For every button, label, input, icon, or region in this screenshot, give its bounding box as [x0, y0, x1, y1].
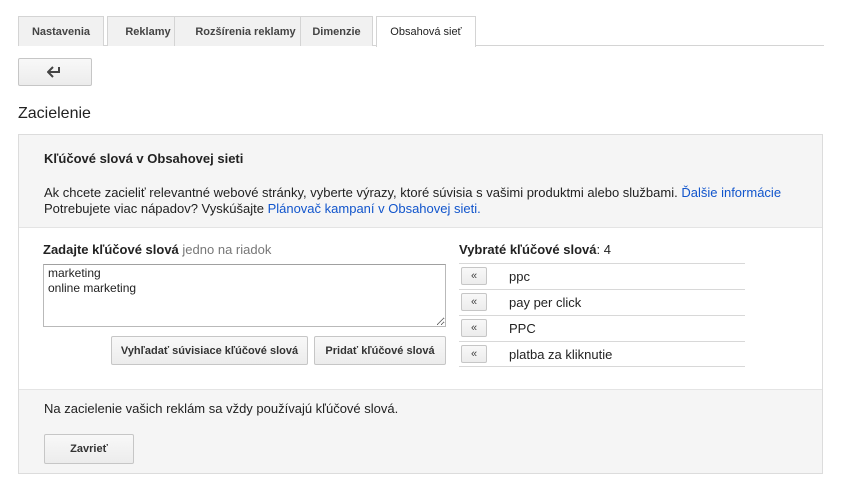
panel-description: Ak chcete zacieliť relevantné webové str…: [44, 185, 781, 217]
back-button[interactable]: [18, 58, 92, 86]
footer-note: Na zacielenie vašich reklám sa vždy použ…: [44, 401, 399, 416]
search-related-keywords-button[interactable]: Vyhľadať súvisiace kľúčové slová: [111, 336, 308, 365]
selected-keywords-list: « ppc « pay per click « PPC « platba za …: [459, 263, 745, 367]
campaign-planner-link[interactable]: Plánovač kampaní v Obsahovej sieti.: [268, 201, 481, 216]
add-keywords-button[interactable]: Pridať kľúčové slová: [314, 336, 446, 365]
selected-keyword: PPC: [509, 321, 536, 336]
remove-keyword-button[interactable]: «: [461, 345, 487, 363]
tab-nastavenia[interactable]: Nastavenia: [18, 16, 104, 46]
panel-title: Kľúčové slová v Obsahovej sieti: [44, 151, 244, 166]
tab-bar: Nastavenia Reklamy Rozšírenia reklamy Di…: [18, 16, 824, 47]
selected-keywords-title: Vybraté kľúčové slová: [459, 242, 597, 257]
more-info-link[interactable]: Ďalšie informácie: [681, 185, 781, 200]
tab-rozsirenia-reklamy[interactable]: Rozšírenia reklamy: [174, 16, 317, 46]
description-line-1: Ak chcete zacieliť relevantné webové str…: [44, 185, 678, 200]
tab-obsahova-siet[interactable]: Obsahová sieť: [376, 16, 476, 47]
description-line-2: Potrebujete viac nápadov? Vyskúšajte: [44, 201, 264, 216]
panel-header: Kľúčové slová v Obsahovej sieti Ak chcet…: [19, 135, 822, 227]
remove-keyword-button[interactable]: «: [461, 293, 487, 311]
selected-keyword: ppc: [509, 269, 530, 284]
selected-keyword-row: « pay per click: [459, 289, 745, 315]
back-arrow-icon: [47, 66, 60, 78]
enter-keywords-label: Zadajte kľúčové slová jedno na riadok: [43, 242, 271, 257]
section-title: Zacielenie: [18, 105, 91, 122]
tab-dimenzie[interactable]: Dimenzie: [300, 16, 373, 46]
keywords-textarea[interactable]: [43, 264, 446, 327]
selected-keyword-row: « PPC: [459, 315, 745, 341]
panel-body: Zadajte kľúčové slová jedno na riadok Vy…: [19, 227, 822, 390]
remove-keyword-button[interactable]: «: [461, 267, 487, 285]
selected-keywords-count: 4: [603, 242, 611, 257]
selected-keyword: pay per click: [509, 295, 582, 310]
selected-keyword-row: « platba za kliknutie: [459, 341, 745, 367]
keywords-panel: Kľúčové slová v Obsahovej sieti Ak chcet…: [18, 134, 823, 474]
selected-keyword-row: « ppc: [459, 263, 745, 289]
selected-keyword: platba za kliknutie: [509, 346, 613, 362]
remove-keyword-button[interactable]: «: [461, 319, 487, 337]
enter-keywords-hint: jedno na riadok: [182, 242, 272, 257]
enter-keywords-title: Zadajte kľúčové slová: [43, 242, 179, 257]
close-button[interactable]: Zavrieť: [44, 434, 134, 464]
selected-keywords-label: Vybraté kľúčové slová: 4: [459, 242, 611, 257]
